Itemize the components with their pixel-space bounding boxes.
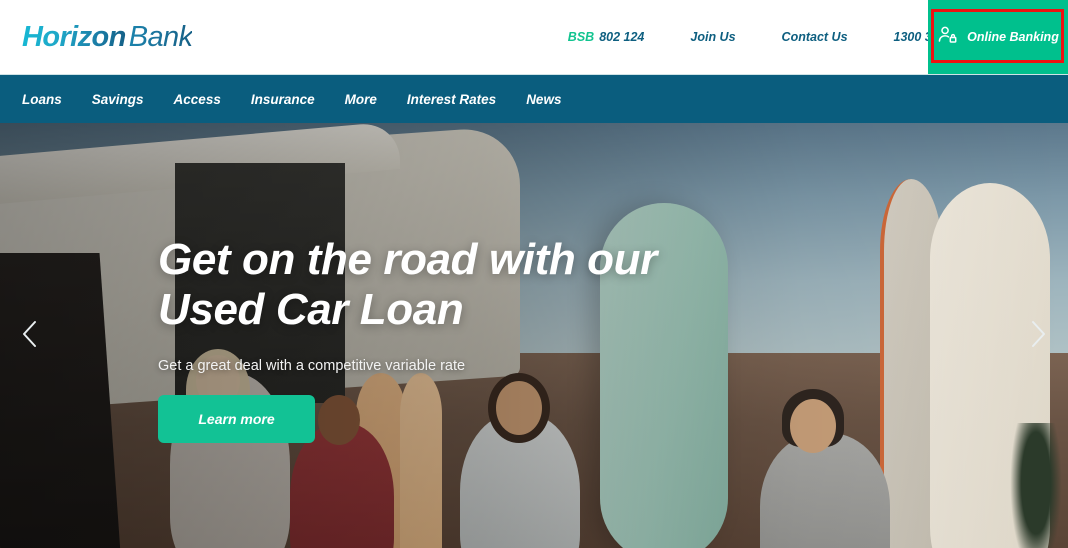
hero-copy-block: Get on the road with our Used Car Loan G… [158,235,657,444]
user-lock-icon [937,24,958,50]
online-banking-label: Online Banking [967,30,1059,44]
carousel-next-button[interactable] [1016,314,1060,358]
site-logo[interactable]: Horizon Bank [22,20,193,53]
hero-headline: Get on the road with our Used Car Loan [158,235,657,334]
hero-headline-line-2: Used Car Loan [158,284,464,334]
main-navigation: Loans Savings Access Insurance More Inte… [0,75,1068,123]
header-link-join-us[interactable]: Join Us [690,30,735,44]
header-link-contact-us[interactable]: Contact Us [782,30,848,44]
learn-more-button[interactable]: Learn more [158,395,315,444]
logo-text-horizon: Horizon [22,20,126,53]
nav-item-more[interactable]: More [345,92,377,107]
hero-headline-line-1: Get on the road with our [158,235,657,284]
logo-text-bank: Bank [128,20,193,53]
online-banking-button[interactable]: Online Banking [928,0,1068,74]
nav-item-access[interactable]: Access [174,92,221,107]
nav-item-news[interactable]: News [526,92,561,107]
carousel-prev-button[interactable] [8,314,52,358]
site-header: Horizon Bank BSB 802 124 Join Us Contact … [0,0,1068,75]
nav-item-interest-rates[interactable]: Interest Rates [407,92,496,107]
bsb-number: 802 124 [599,30,645,44]
bsb-label: BSB [567,30,595,44]
hero-carousel: Get on the road with our Used Car Loan G… [0,123,1068,548]
browser-viewport: Horizon Bank BSB 802 124 Join Us Contact … [0,0,1068,548]
hero-subtitle: Get a great deal with a competitive vari… [158,358,466,375]
bsb-info: BSB 802 124 [568,30,645,44]
nav-item-savings[interactable]: Savings [92,92,144,107]
nav-item-insurance[interactable]: Insurance [251,92,315,107]
nav-item-loans[interactable]: Loans [22,92,62,107]
chevron-right-icon [1025,317,1051,354]
chevron-left-icon [17,317,43,354]
